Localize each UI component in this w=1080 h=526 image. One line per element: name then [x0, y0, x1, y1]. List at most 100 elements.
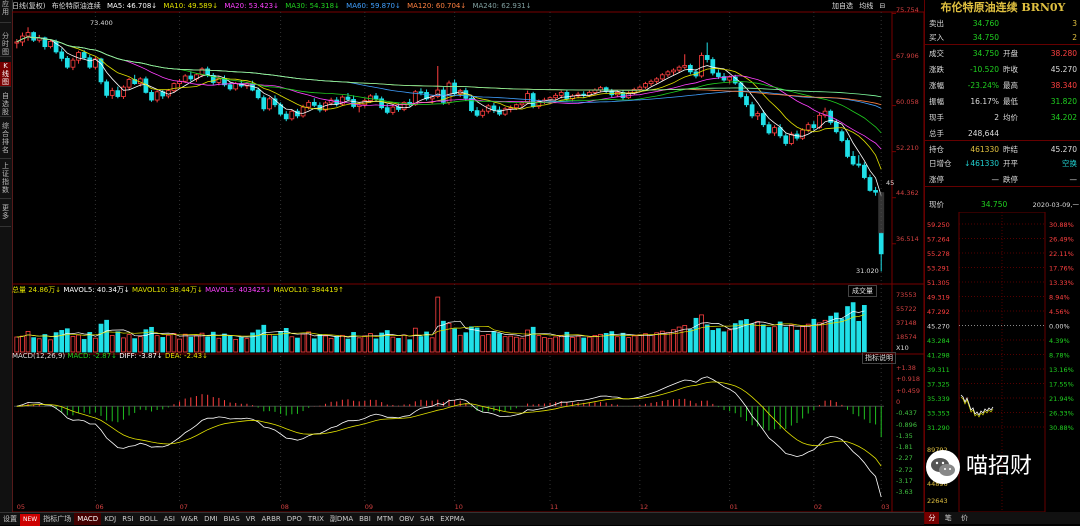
indicator-help-button[interactable]: 指标说明 — [862, 352, 896, 364]
tab-sh-index[interactable]: 上证指数 — [0, 162, 11, 199]
mini-pct-label: 17.55% — [1049, 381, 1074, 389]
indicator-tab[interactable]: SAR — [417, 513, 437, 525]
mini-tab-tick[interactable]: 分 — [925, 512, 939, 524]
volume-bar — [373, 338, 379, 353]
volume-bar — [278, 331, 283, 353]
indicator-tab[interactable]: DPO — [284, 513, 305, 525]
quote-key2: 最低 — [1003, 97, 1018, 106]
candle-body — [553, 94, 559, 99]
candle-body — [513, 104, 519, 109]
volume-bar — [165, 334, 171, 353]
kline-chart[interactable] — [12, 0, 924, 512]
quote-key2: 开平 — [1003, 159, 1018, 168]
indicator-tab[interactable]: ASI — [161, 513, 178, 525]
indicator-tab[interactable]: BBI — [356, 513, 374, 525]
divider — [925, 44, 1080, 45]
volume-bar — [137, 336, 143, 353]
indicator-tab[interactable]: OBV — [396, 513, 417, 525]
indicator-tab[interactable]: TRIX — [305, 513, 327, 525]
volume-bar — [205, 336, 211, 353]
tab-intraday[interactable]: 分时图 — [0, 32, 11, 57]
volume-bar — [586, 336, 592, 353]
candle-body — [154, 91, 160, 101]
volume-bar — [401, 334, 407, 353]
indicator-tab[interactable]: BIAS — [221, 513, 243, 525]
mini-tab-trade[interactable]: 笔 — [941, 512, 955, 524]
volume-bar — [328, 338, 334, 353]
indicator-tab[interactable]: 指标广场 — [40, 513, 74, 525]
candle-body — [592, 89, 598, 93]
candle-body — [255, 89, 261, 99]
volume-bar — [615, 336, 620, 353]
macd-info-bar: MACD(12,26,9) MACD: -2.87↓ DIFF: -3.87↓ … — [12, 352, 208, 360]
quote-key2: 昨收 — [1003, 65, 1018, 74]
mini-pct-label: 13.16% — [1049, 366, 1074, 374]
tab-ranking[interactable]: 综合排名 — [0, 122, 11, 159]
indicator-tab[interactable]: ARBR — [258, 513, 283, 525]
volume-bar — [311, 338, 317, 353]
low-annotation: 31.020 — [856, 267, 879, 275]
candle-body — [833, 121, 839, 133]
indicator-tab[interactable]: RSI — [119, 513, 136, 525]
volume-bar — [558, 335, 564, 353]
candle-body — [81, 52, 87, 59]
volume-bar — [64, 328, 70, 353]
month-label: 07 — [179, 503, 188, 511]
volume-bar — [755, 321, 761, 353]
tab-app[interactable]: 应用 — [0, 0, 11, 23]
indicator-tab[interactable]: KDJ — [101, 513, 119, 525]
indicator-tab[interactable]: W&R — [178, 513, 201, 525]
volume-bar — [631, 335, 637, 353]
indicator-tab[interactable]: EXPMA — [437, 513, 467, 525]
volume-bar — [671, 329, 676, 353]
candle-body — [654, 78, 660, 82]
indicator-tab[interactable]: 副DMA — [327, 513, 356, 525]
macd-panel — [14, 376, 884, 498]
tab-watchlist[interactable]: 自选股 — [0, 92, 11, 117]
quote-key: 振幅 — [929, 97, 944, 106]
tab-more[interactable]: 更多 — [0, 204, 11, 227]
volume-bar — [452, 328, 457, 353]
volume-bar — [435, 296, 441, 353]
volume-bar — [216, 337, 222, 353]
candle-body — [850, 155, 856, 165]
indicator-tab[interactable]: NEW — [20, 514, 41, 526]
volume-bar — [345, 338, 351, 353]
candle-body — [738, 82, 744, 97]
volume-bar — [14, 336, 20, 353]
volume-bar — [704, 324, 710, 353]
volume-bar — [603, 333, 609, 353]
candle-body — [867, 177, 873, 191]
indicator-tab[interactable]: 设置 — [0, 513, 20, 525]
month-label: 09 — [364, 503, 374, 511]
volume-bar — [255, 329, 261, 353]
volume-bar — [626, 337, 631, 353]
volume-bar — [789, 324, 794, 353]
candle-body — [283, 113, 289, 120]
volume-bar — [384, 330, 390, 353]
candle-body — [710, 59, 716, 74]
mini-pct-label: 26.33% — [1049, 410, 1074, 418]
tab-kline[interactable]: K线图 — [0, 62, 11, 87]
dea-line — [16, 381, 882, 467]
mini-price-label: 51.305 — [927, 279, 950, 287]
candle-body — [76, 52, 81, 61]
indicator-tab[interactable]: DMI — [201, 513, 221, 525]
volume-bar — [828, 315, 834, 353]
indicator-tab[interactable]: VR — [243, 513, 259, 525]
now-label: 现价 — [929, 200, 944, 209]
mini-tab-price[interactable]: 价 — [957, 512, 971, 524]
indicator-tab[interactable]: MTM — [374, 513, 396, 525]
indicator-tab[interactable]: BOLL — [137, 513, 161, 525]
candle-body — [31, 32, 37, 41]
volume-bar — [721, 331, 727, 353]
volume-bar — [42, 334, 48, 353]
volume-bar — [480, 335, 486, 353]
volume-bar — [710, 330, 716, 353]
price-axis-label: 36.514 — [896, 235, 919, 243]
now-price-row: 现价 34.750 2020-03-09,一 — [925, 197, 1080, 213]
candle-body — [267, 98, 272, 110]
indicator-tab[interactable]: MACD — [74, 513, 102, 525]
volume-indicator-button[interactable]: 成交量 — [848, 285, 877, 297]
stock-name: 布伦特原油连续 BRN0Y — [940, 1, 1066, 14]
